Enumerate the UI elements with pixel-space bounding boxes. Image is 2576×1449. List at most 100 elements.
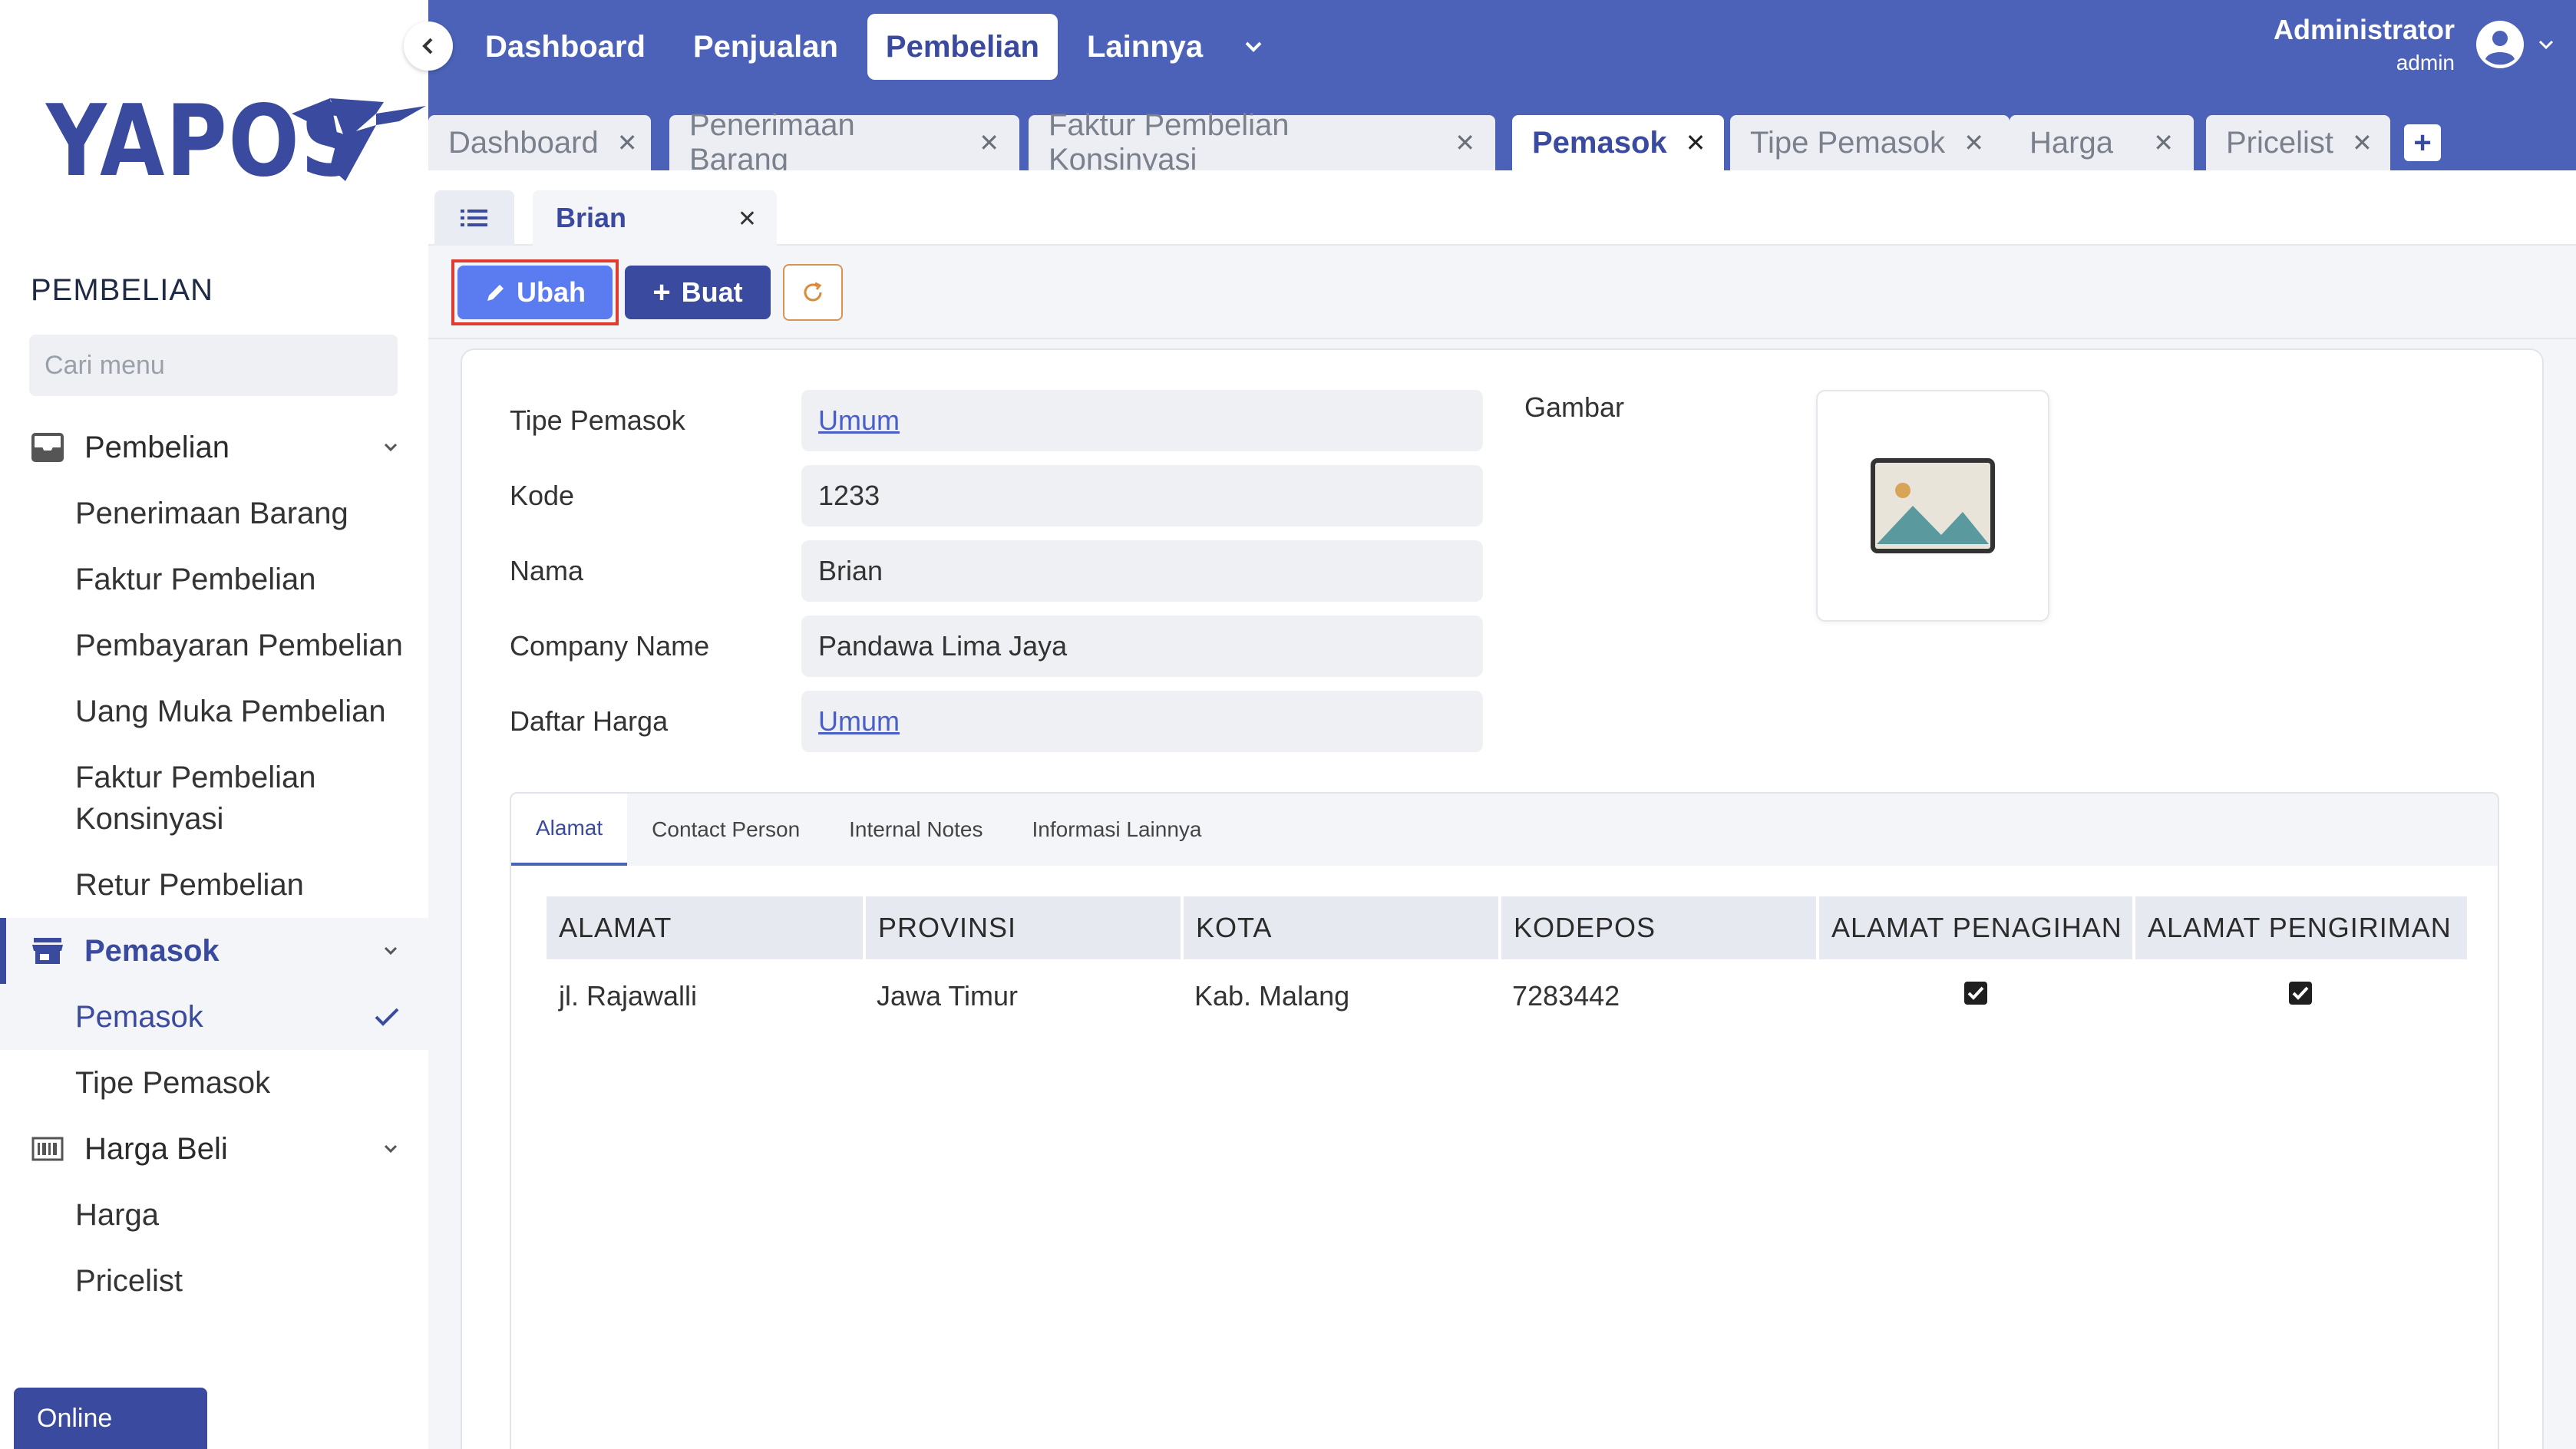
user-avatar-icon[interactable] <box>2475 19 2525 70</box>
refresh-button[interactable] <box>783 264 843 321</box>
sidebar-group-label: Pembelian <box>84 430 230 464</box>
tab-dashboard[interactable]: Dashboard ✕ <box>428 115 651 170</box>
table-header-row: ALAMAT PROVINSI KOTA KODEPOS ALAMAT PENA… <box>547 896 2467 959</box>
online-status-badge[interactable]: Online <box>14 1388 207 1449</box>
tab-faktur-konsinyasi[interactable]: Faktur Pembelian Konsinyasi ✕ <box>1029 108 1495 177</box>
column-header-kodepos[interactable]: KODEPOS <box>1500 896 1819 959</box>
close-icon[interactable]: ✕ <box>738 206 757 233</box>
supplier-form-card: Tipe Pemasok Umum Kode 1233 Nama Brian C… <box>461 348 2544 1449</box>
collapse-sidebar-button[interactable] <box>404 21 453 71</box>
user-menu[interactable]: Administrator admin <box>2274 14 2558 75</box>
close-icon[interactable]: ✕ <box>617 128 638 157</box>
sidebar-item-tipe-pemasok[interactable]: Tipe Pemasok <box>0 1050 428 1116</box>
sidebar-item-faktur-pembelian[interactable]: Faktur Pembelian <box>0 546 428 612</box>
column-header-alamat-pengiriman[interactable]: ALAMAT PENGIRIMAN <box>2134 896 2467 959</box>
field-daftar-harga: Daftar Harga Umum <box>510 691 1485 752</box>
edit-button-label: Ubah <box>517 276 586 308</box>
sidebar-item-uang-muka-pembelian[interactable]: Uang Muka Pembelian <box>0 678 428 744</box>
cell-alamat-pengiriman <box>2134 959 2467 1033</box>
column-header-kota[interactable]: KOTA <box>1182 896 1501 959</box>
edit-button[interactable]: Ubah <box>457 266 613 319</box>
field-nama: Nama Brian <box>510 540 1485 602</box>
sidebar-group-pembelian[interactable]: Pembelian <box>0 414 428 480</box>
add-tab-button[interactable]: + <box>2404 124 2441 161</box>
bird-logo-icon <box>292 98 426 181</box>
sidebar-item-penerimaan-barang[interactable]: Penerimaan Barang <box>0 480 428 546</box>
doc-tab-label: Brian <box>556 202 627 233</box>
nav-penjualan[interactable]: Penjualan <box>675 14 857 80</box>
barcode-icon <box>31 1137 64 1161</box>
column-header-alamat[interactable]: ALAMAT <box>547 896 866 959</box>
daftar-harga-link[interactable]: Umum <box>801 691 1483 752</box>
tipe-pemasok-link[interactable]: Umum <box>801 390 1483 451</box>
user-role: admin <box>2396 51 2455 74</box>
sidebar-group-pemasok[interactable]: Pemasok <box>0 918 428 984</box>
tab-label: Faktur Pembelian Konsinyasi <box>1049 108 1290 177</box>
supplier-image[interactable] <box>1816 390 2049 622</box>
edit-button-highlight: Ubah <box>451 259 619 325</box>
sidebar-item-pemasok[interactable]: Pemasok <box>0 984 428 1050</box>
inbox-icon <box>31 433 64 462</box>
nav-lainnya[interactable]: Lainnya <box>1068 14 1221 80</box>
create-button[interactable]: + Buat <box>625 266 771 319</box>
sidebar-group-harga-beli[interactable]: Harga Beli <box>0 1116 428 1182</box>
cell-provinsi: Jawa Timur <box>877 980 1019 1012</box>
kode-value: 1233 <box>801 465 1483 526</box>
tab-penerimaan-barang[interactable]: Penerimaan Barang ✕ <box>669 108 1019 177</box>
sidebar-item-harga[interactable]: Harga <box>0 1182 428 1248</box>
menu-search-input[interactable] <box>45 350 385 381</box>
close-icon[interactable]: ✕ <box>1963 128 1984 157</box>
tab-pricelist[interactable]: Pricelist ✕ <box>2206 115 2390 170</box>
user-name: Administrator <box>2273 14 2455 45</box>
tab-label: Dashboard <box>448 125 599 160</box>
refresh-icon <box>804 282 822 302</box>
field-label: Kode <box>510 480 575 511</box>
create-button-label: Buat <box>681 276 743 308</box>
nav-dashboard[interactable]: Dashboard <box>467 14 664 80</box>
column-header-alamat-penagihan[interactable]: ALAMAT PENAGIHAN <box>1818 896 2135 959</box>
close-icon[interactable]: ✕ <box>2153 128 2174 157</box>
tab-internal-notes[interactable]: Internal Notes <box>824 794 1007 866</box>
sidebar-item-faktur-konsinyasi[interactable]: Faktur Pembelian Konsinyasi <box>0 744 353 852</box>
column-header-provinsi[interactable]: PROVINSI <box>864 896 1184 959</box>
tab-label: Pemasok <box>1532 125 1667 160</box>
user-info: Administrator admin <box>2274 14 2455 75</box>
field-label: Nama <box>510 555 584 586</box>
company-name-value: Pandawa Lima Jaya <box>801 616 1483 677</box>
sidebar-item-label: Pemasok <box>75 1000 203 1034</box>
tab-alamat[interactable]: Alamat <box>511 794 628 866</box>
tab-harga[interactable]: Harga ✕ <box>2010 115 2194 170</box>
tab-tipe-pemasok[interactable]: Tipe Pemasok ✕ <box>1730 115 2010 170</box>
sidebar-item-pembayaran-pembelian[interactable]: Pembayaran Pembelian <box>0 612 428 678</box>
sidebar-item-retur-pembelian[interactable]: Retur Pembelian <box>0 852 428 918</box>
sidebar: YAPOS PEMBELIAN Pembelian Penerimaan Bar… <box>0 0 428 1449</box>
list-view-button[interactable] <box>434 190 514 246</box>
tab-informasi-lainnya[interactable]: Informasi Lainnya <box>1007 794 1226 866</box>
tab-contact-person[interactable]: Contact Person <box>627 794 824 866</box>
checkbox-checked-icon[interactable] <box>1963 981 1988 1005</box>
image-placeholder-icon <box>1871 458 1995 553</box>
close-icon[interactable]: ✕ <box>1686 128 1706 157</box>
nav-pembelian[interactable]: Pembelian <box>867 14 1058 80</box>
sidebar-item-pricelist[interactable]: Pricelist <box>0 1248 428 1314</box>
chevron-down-icon[interactable] <box>2535 33 2558 56</box>
close-icon[interactable]: ✕ <box>1455 128 1475 157</box>
checkbox-checked-icon[interactable] <box>2288 981 2313 1005</box>
yapos-logo[interactable]: YAPOS <box>46 84 426 199</box>
close-icon[interactable]: ✕ <box>2352 128 2373 157</box>
list-icon <box>461 210 487 226</box>
doc-tab-brian[interactable]: Brian ✕ <box>533 190 777 246</box>
cell-kodepos: 7283442 <box>1512 980 1620 1012</box>
tab-pemasok[interactable]: Pemasok ✕ <box>1512 115 1724 170</box>
tab-label: Penerimaan Barang <box>689 108 855 177</box>
close-icon[interactable]: ✕ <box>979 128 999 157</box>
cell-alamat: jl. Rajawalli <box>559 980 698 1012</box>
check-icon <box>375 1008 399 1026</box>
chevron-down-icon[interactable] <box>1240 33 1267 61</box>
sidebar-menu: Pembelian Penerimaan Barang Faktur Pembe… <box>0 414 428 1314</box>
tab-label: Pricelist <box>2226 125 2334 160</box>
table-row[interactable]: jl. Rajawalli Jawa Timur Kab. Malang 728… <box>547 959 2467 1033</box>
plus-icon: + <box>652 275 671 309</box>
tab-label: Harga <box>2029 125 2113 160</box>
cell-kota: Kab. Malang <box>1194 980 1350 1012</box>
